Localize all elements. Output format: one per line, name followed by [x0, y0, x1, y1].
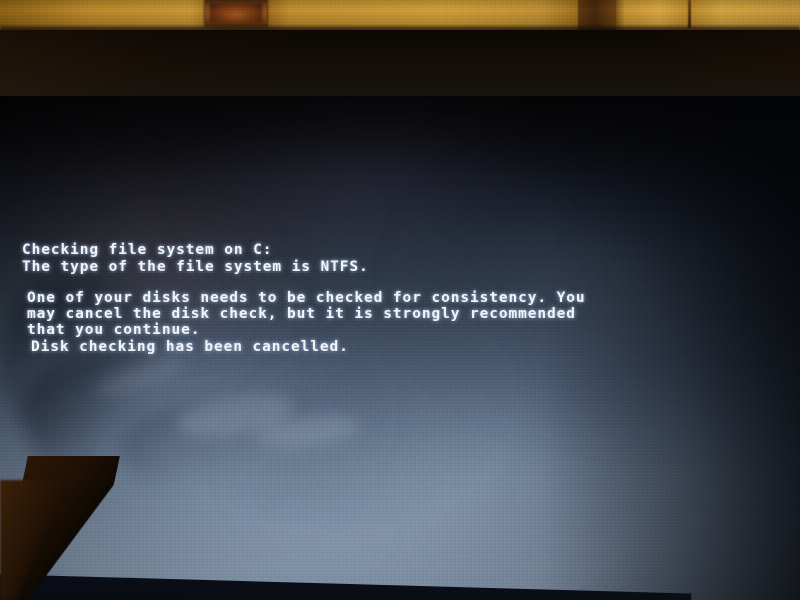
backlight-cloud: [190, 96, 550, 276]
chkdsk-text-block: Checking file system on C: The type of t…: [0, 96, 800, 600]
backlight-cloud: [0, 106, 360, 336]
backlight-cloud: [60, 216, 290, 366]
monitor-screen: Checking file system on C: The type of t…: [0, 96, 800, 600]
chkdsk-status-line: Disk checking has been cancelled.: [31, 339, 349, 355]
backlight-cloud: [250, 346, 680, 586]
screen-highlight: [93, 350, 187, 404]
monitor-bezel-left-edge: [0, 480, 70, 600]
chkdsk-title-line-1: Checking file system on C:: [22, 242, 273, 258]
chkdsk-title-line-2: The type of the file system is NTFS.: [22, 259, 369, 275]
screen-vignette: [0, 96, 800, 600]
wall-shading: [0, 0, 800, 34]
screen-smudge: [115, 383, 335, 499]
backlight-cloud: [420, 136, 800, 416]
chkdsk-body-line-1: One of your disks needs to be checked fo…: [27, 290, 586, 306]
screen-right-shading: [540, 96, 800, 600]
chkdsk-body-line-3: that you continue.: [27, 322, 201, 338]
screen-smudge: [0, 276, 150, 446]
screen-highlight: [253, 410, 362, 452]
screen-top-shading: [0, 96, 800, 246]
monitor-photo: Checking file system on C: The type of t…: [0, 0, 800, 600]
backlight-cloud: [540, 386, 800, 600]
screen-highlight: [172, 385, 298, 445]
chkdsk-body-line-2: may cancel the disk check, but it is str…: [27, 306, 576, 322]
monitor-bottom-bezel: [0, 574, 692, 600]
monitor-top-bezel-sheen: [0, 30, 800, 104]
